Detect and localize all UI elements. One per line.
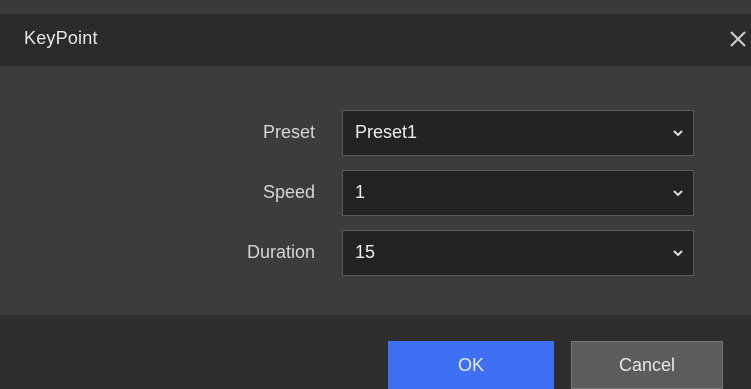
dialog-titlebar: KeyPoint bbox=[0, 14, 751, 66]
speed-label: Speed bbox=[262, 182, 315, 202]
speed-value: 1 bbox=[355, 182, 366, 202]
ok-button[interactable]: OK bbox=[388, 341, 554, 389]
duration-row: Duration 15 bbox=[0, 230, 751, 276]
preset-label: Preset bbox=[262, 122, 315, 142]
preset-row: Preset Preset1 bbox=[0, 110, 751, 156]
close-icon[interactable] bbox=[725, 26, 751, 52]
speed-row: Speed 1 bbox=[0, 170, 751, 216]
dialog-body: Preset Preset1 Speed 1 Duration 15 bbox=[0, 66, 751, 315]
speed-select[interactable]: 1 bbox=[342, 170, 694, 216]
chevron-down-icon bbox=[673, 250, 683, 257]
keypoint-dialog: KeyPoint Preset Preset1 Speed 1 Duration… bbox=[0, 0, 751, 389]
duration-select[interactable]: 15 bbox=[342, 230, 694, 276]
chevron-down-icon bbox=[673, 190, 683, 197]
dialog-title: KeyPoint bbox=[24, 28, 98, 48]
duration-label: Duration bbox=[246, 242, 315, 262]
preset-select[interactable]: Preset1 bbox=[342, 110, 694, 156]
preset-value: Preset1 bbox=[355, 122, 418, 142]
dialog-footer: OK Cancel bbox=[0, 315, 751, 389]
duration-value: 15 bbox=[355, 242, 376, 262]
chevron-down-icon bbox=[673, 130, 683, 137]
cancel-button[interactable]: Cancel bbox=[571, 341, 723, 389]
